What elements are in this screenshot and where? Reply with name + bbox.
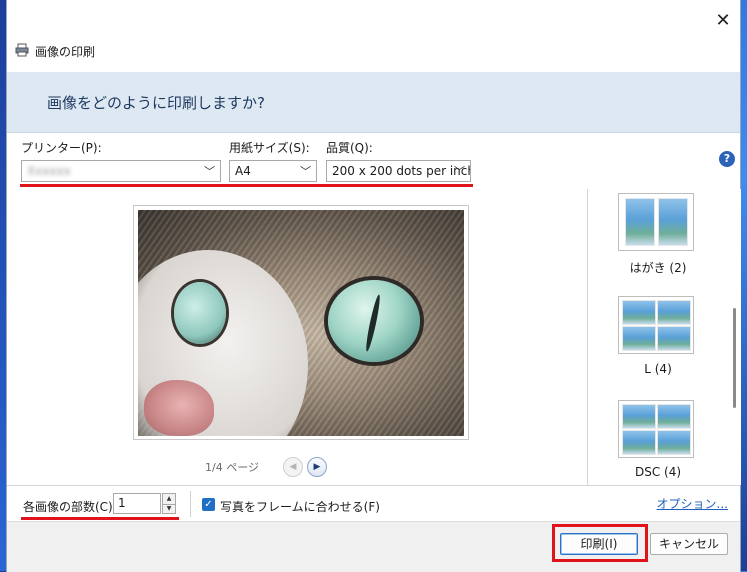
red-highlight-underline <box>21 517 179 520</box>
hagaki-layout-icon <box>618 193 694 251</box>
red-highlight-underline <box>20 184 473 187</box>
close-button[interactable]: ✕ <box>706 6 740 34</box>
window-title: 画像の印刷 <box>35 45 96 59</box>
cat-eye-left <box>174 282 226 344</box>
printer-select[interactable]: Xxxxxx ﹀ <box>21 160 221 182</box>
cat-photo <box>138 210 464 436</box>
scrollbar-thumb[interactable] <box>733 308 736 408</box>
layout-list: はがき (2) L (4) DSC (4) <box>587 189 741 485</box>
dsc-layout-icon <box>618 400 694 458</box>
chevron-down-icon: ﹀ <box>454 165 465 178</box>
layout-item-hagaki[interactable]: はがき (2) <box>588 193 728 283</box>
photo-preview <box>133 205 469 440</box>
printer-icon <box>15 43 29 57</box>
copies-stepper[interactable]: ▲ ▼ <box>162 493 176 514</box>
header-banner: 画像をどのように印刷しますか? <box>7 72 740 133</box>
l-layout-icon <box>618 296 694 354</box>
print-pictures-dialog: 画像の印刷 ✕ 画像をどのように印刷しますか? プリンター(P): Xxxxxx… <box>7 0 741 572</box>
fit-to-frame-checkbox[interactable]: ✓ <box>202 498 215 511</box>
chevron-down-icon: ﹀ <box>204 165 215 178</box>
previous-page-button[interactable]: ◀ <box>283 457 303 477</box>
fit-to-frame-label: 写真をフレームに合わせる(F) <box>220 500 380 514</box>
title-bar: 画像の印刷 ✕ <box>7 0 740 72</box>
divider <box>190 491 191 517</box>
printer-value: Xxxxxx <box>27 164 71 178</box>
layout-label: はがき (2) <box>629 261 687 275</box>
layout-item-l[interactable]: L (4) <box>588 296 728 386</box>
copies-input[interactable]: 1 <box>113 493 161 514</box>
paper-size-select[interactable]: A4 ﹀ <box>229 160 317 182</box>
chevron-down-icon: ﹀ <box>300 165 311 178</box>
paper-size-label: 用紙サイズ(S): <box>229 141 310 155</box>
red-highlight-box <box>552 524 648 562</box>
help-icon[interactable]: ? <box>719 151 735 167</box>
layout-label: DSC (4) <box>634 465 682 479</box>
layout-scrollbar[interactable] <box>733 190 737 482</box>
layout-item-dsc[interactable]: DSC (4) <box>588 400 728 485</box>
quality-label: 品質(Q): <box>326 141 373 155</box>
paper-size-value: A4 <box>235 164 251 178</box>
cat-nose <box>144 380 214 436</box>
printer-label: プリンター(P): <box>21 141 102 155</box>
layout-label: L (4) <box>644 362 672 376</box>
header-question: 画像をどのように印刷しますか? <box>47 94 265 112</box>
quality-select[interactable]: 200 x 200 dots per inch ﹀ <box>326 160 471 182</box>
spin-down-icon[interactable]: ▼ <box>163 504 175 514</box>
cancel-button[interactable]: キャンセル <box>650 533 728 555</box>
page-indicator: 1/4 ページ <box>205 461 259 474</box>
preview-area: 1/4 ページ ◀ ▶ <box>7 189 587 485</box>
next-page-button[interactable]: ▶ <box>307 457 327 477</box>
copies-label: 各画像の部数(C): <box>23 500 117 514</box>
options-link[interactable]: オプション... <box>657 495 728 512</box>
quality-value: 200 x 200 dots per inch <box>332 164 471 178</box>
print-settings-row: プリンター(P): Xxxxxx ﹀ 用紙サイズ(S): A4 ﹀ 品質(Q):… <box>7 133 740 189</box>
